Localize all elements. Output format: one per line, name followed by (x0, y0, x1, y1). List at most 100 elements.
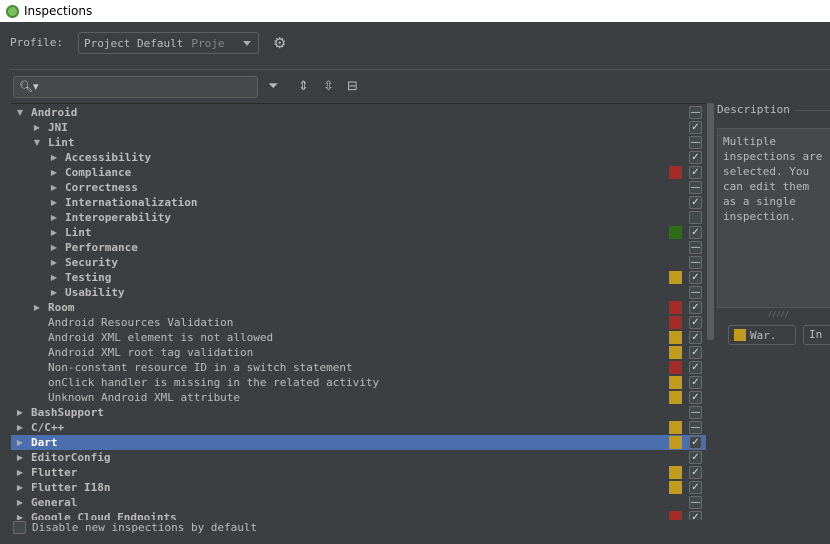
enable-checkbox[interactable]: ✓ (689, 391, 702, 404)
checkbox-icon[interactable] (13, 521, 26, 534)
collapsed-arrow-icon[interactable]: ▶ (31, 123, 43, 132)
enable-checkbox[interactable]: — (689, 106, 702, 119)
collapsed-arrow-icon[interactable]: ▶ (48, 153, 60, 162)
window-title: Inspections (24, 4, 93, 18)
tree-row[interactable]: ▶ Correctness — (11, 180, 706, 195)
enable-checkbox[interactable]: ✓ (689, 271, 702, 284)
tree-row[interactable]: Android XML root tag validation ✓ (11, 345, 706, 360)
enable-checkbox[interactable]: — (689, 406, 702, 419)
collapsed-arrow-icon[interactable]: ▶ (14, 453, 26, 462)
inspection-tree[interactable]: ▼ Android — ▶ JNI ✓ ▼ Lint — ▶ Accessibility ✓ ▶ Comp… (11, 103, 706, 520)
tree-row[interactable]: ▶ Accessibility ✓ (11, 150, 706, 165)
reset-icon[interactable]: ⊟ (347, 79, 358, 94)
tree-row[interactable]: ▶ C/C++ — (11, 420, 706, 435)
expanded-arrow-icon[interactable]: ▼ (31, 138, 43, 147)
search-input[interactable]: 🔍︎▾ (13, 76, 258, 98)
tree-row[interactable]: Android Resources Validation ✓ (11, 315, 706, 330)
collapsed-arrow-icon[interactable]: ▶ (14, 408, 26, 417)
collapse-all-icon[interactable]: ⇳ (323, 79, 334, 94)
splitter-grip[interactable]: ///// (768, 310, 789, 318)
tree-scrollbar[interactable] (707, 103, 714, 520)
collapsed-arrow-icon[interactable]: ▶ (48, 183, 60, 192)
enable-checkbox[interactable]: ✓ (689, 436, 702, 449)
enable-checkbox[interactable]: ✓ (689, 166, 702, 179)
enable-checkbox[interactable]: ✓ (689, 316, 702, 329)
tree-row[interactable]: ▼ Lint — (11, 135, 706, 150)
enable-checkbox[interactable] (689, 211, 702, 224)
collapsed-arrow-icon[interactable]: ▶ (14, 468, 26, 477)
tree-row[interactable]: ▶ JNI ✓ (11, 120, 706, 135)
tree-row[interactable]: ▶ Compliance ✓ (11, 165, 706, 180)
warning-severity-icon (669, 391, 682, 404)
severity-dropdown[interactable]: War. (728, 325, 796, 345)
collapsed-arrow-icon[interactable]: ▶ (14, 423, 26, 432)
enable-checkbox[interactable]: — (689, 241, 702, 254)
tree-row-label: onClick handler is missing in the relate… (48, 376, 380, 389)
collapsed-arrow-icon[interactable]: ▶ (48, 243, 60, 252)
enable-checkbox[interactable]: ✓ (689, 511, 702, 520)
tree-row[interactable]: Unknown Android XML attribute ✓ (11, 390, 706, 405)
tree-row[interactable]: ▶ Internationalization ✓ (11, 195, 706, 210)
filter-icon[interactable]: ⏷ (268, 79, 278, 94)
tree-row[interactable]: ▶ Flutter ✓ (11, 465, 706, 480)
tree-row[interactable]: ▶ BashSupport — (11, 405, 706, 420)
enable-checkbox[interactable]: ✓ (689, 331, 702, 344)
scope-dropdown[interactable]: In (803, 325, 830, 345)
enable-checkbox[interactable]: ✓ (689, 196, 702, 209)
tree-row[interactable]: Non-constant resource ID in a switch sta… (11, 360, 706, 375)
enable-checkbox[interactable]: ✓ (689, 451, 702, 464)
scrollbar-thumb[interactable] (707, 103, 714, 340)
collapsed-arrow-icon[interactable]: ▶ (48, 198, 60, 207)
collapsed-arrow-icon[interactable]: ▶ (14, 483, 26, 492)
tree-row[interactable]: ▶ Performance — (11, 240, 706, 255)
enable-checkbox[interactable]: — (689, 496, 702, 509)
collapsed-arrow-icon[interactable]: ▶ (14, 438, 26, 447)
enable-checkbox[interactable]: ✓ (689, 121, 702, 134)
enable-checkbox[interactable]: ✓ (689, 361, 702, 374)
enable-checkbox[interactable]: ✓ (689, 226, 702, 239)
enable-checkbox[interactable]: ✓ (689, 346, 702, 359)
tree-row[interactable]: ▶ Lint ✓ (11, 225, 706, 240)
enable-checkbox[interactable]: — (689, 136, 702, 149)
enable-checkbox[interactable]: ✓ (689, 151, 702, 164)
tree-row[interactable]: ▶ Security — (11, 255, 706, 270)
tree-row[interactable]: onClick handler is missing in the relate… (11, 375, 706, 390)
collapsed-arrow-icon[interactable]: ▶ (48, 258, 60, 267)
enable-checkbox[interactable]: — (689, 421, 702, 434)
enable-checkbox[interactable]: ✓ (689, 466, 702, 479)
enable-checkbox[interactable]: — (689, 286, 702, 299)
enable-checkbox[interactable]: — (689, 256, 702, 269)
tree-row[interactable]: ▶ Interoperability (11, 210, 706, 225)
tree-row[interactable]: ▶ Google Cloud Endpoints ✓ (11, 510, 706, 520)
error-severity-icon (669, 361, 682, 374)
tree-row[interactable]: ▶ Room ✓ (11, 300, 706, 315)
enable-checkbox[interactable]: ✓ (689, 481, 702, 494)
collapsed-arrow-icon[interactable]: ▶ (48, 213, 60, 222)
collapsed-arrow-icon[interactable]: ▶ (48, 288, 60, 297)
collapsed-arrow-icon[interactable]: ▶ (48, 228, 60, 237)
tree-row[interactable]: ▶ Flutter I18n ✓ (11, 480, 706, 495)
expand-all-icon[interactable]: ⇕ (298, 79, 309, 94)
expanded-arrow-icon[interactable]: ▼ (14, 108, 26, 117)
enable-checkbox[interactable]: ✓ (689, 301, 702, 314)
tree-row[interactable]: Android XML element is not allowed ✓ (11, 330, 706, 345)
collapsed-arrow-icon[interactable]: ▶ (48, 168, 60, 177)
profile-dropdown[interactable]: Project Default Proje (78, 32, 259, 54)
tree-row[interactable]: ▶ Testing ✓ (11, 270, 706, 285)
warning-severity-icon (669, 271, 682, 284)
collapsed-arrow-icon[interactable]: ▶ (48, 273, 60, 282)
collapsed-arrow-icon[interactable]: ▶ (14, 513, 26, 520)
disable-new-inspections-checkbox[interactable]: Disable new inspections by default (13, 521, 257, 534)
enable-checkbox[interactable]: — (689, 181, 702, 194)
gear-icon[interactable]: ⚙ (273, 36, 286, 51)
tree-row[interactable]: ▶ Usability — (11, 285, 706, 300)
collapsed-arrow-icon[interactable]: ▶ (31, 303, 43, 312)
tree-row[interactable]: ▶ General — (11, 495, 706, 510)
tree-row[interactable]: ▼ Android — (11, 105, 706, 120)
collapsed-arrow-icon[interactable]: ▶ (14, 498, 26, 507)
tree-row[interactable]: ▶ EditorConfig ✓ (11, 450, 706, 465)
enable-checkbox[interactable]: ✓ (689, 376, 702, 389)
tree-row-label: Android Resources Validation (48, 316, 234, 329)
tree-row[interactable]: ▶ Dart ✓ (11, 435, 706, 450)
chevron-down-icon (243, 41, 251, 46)
